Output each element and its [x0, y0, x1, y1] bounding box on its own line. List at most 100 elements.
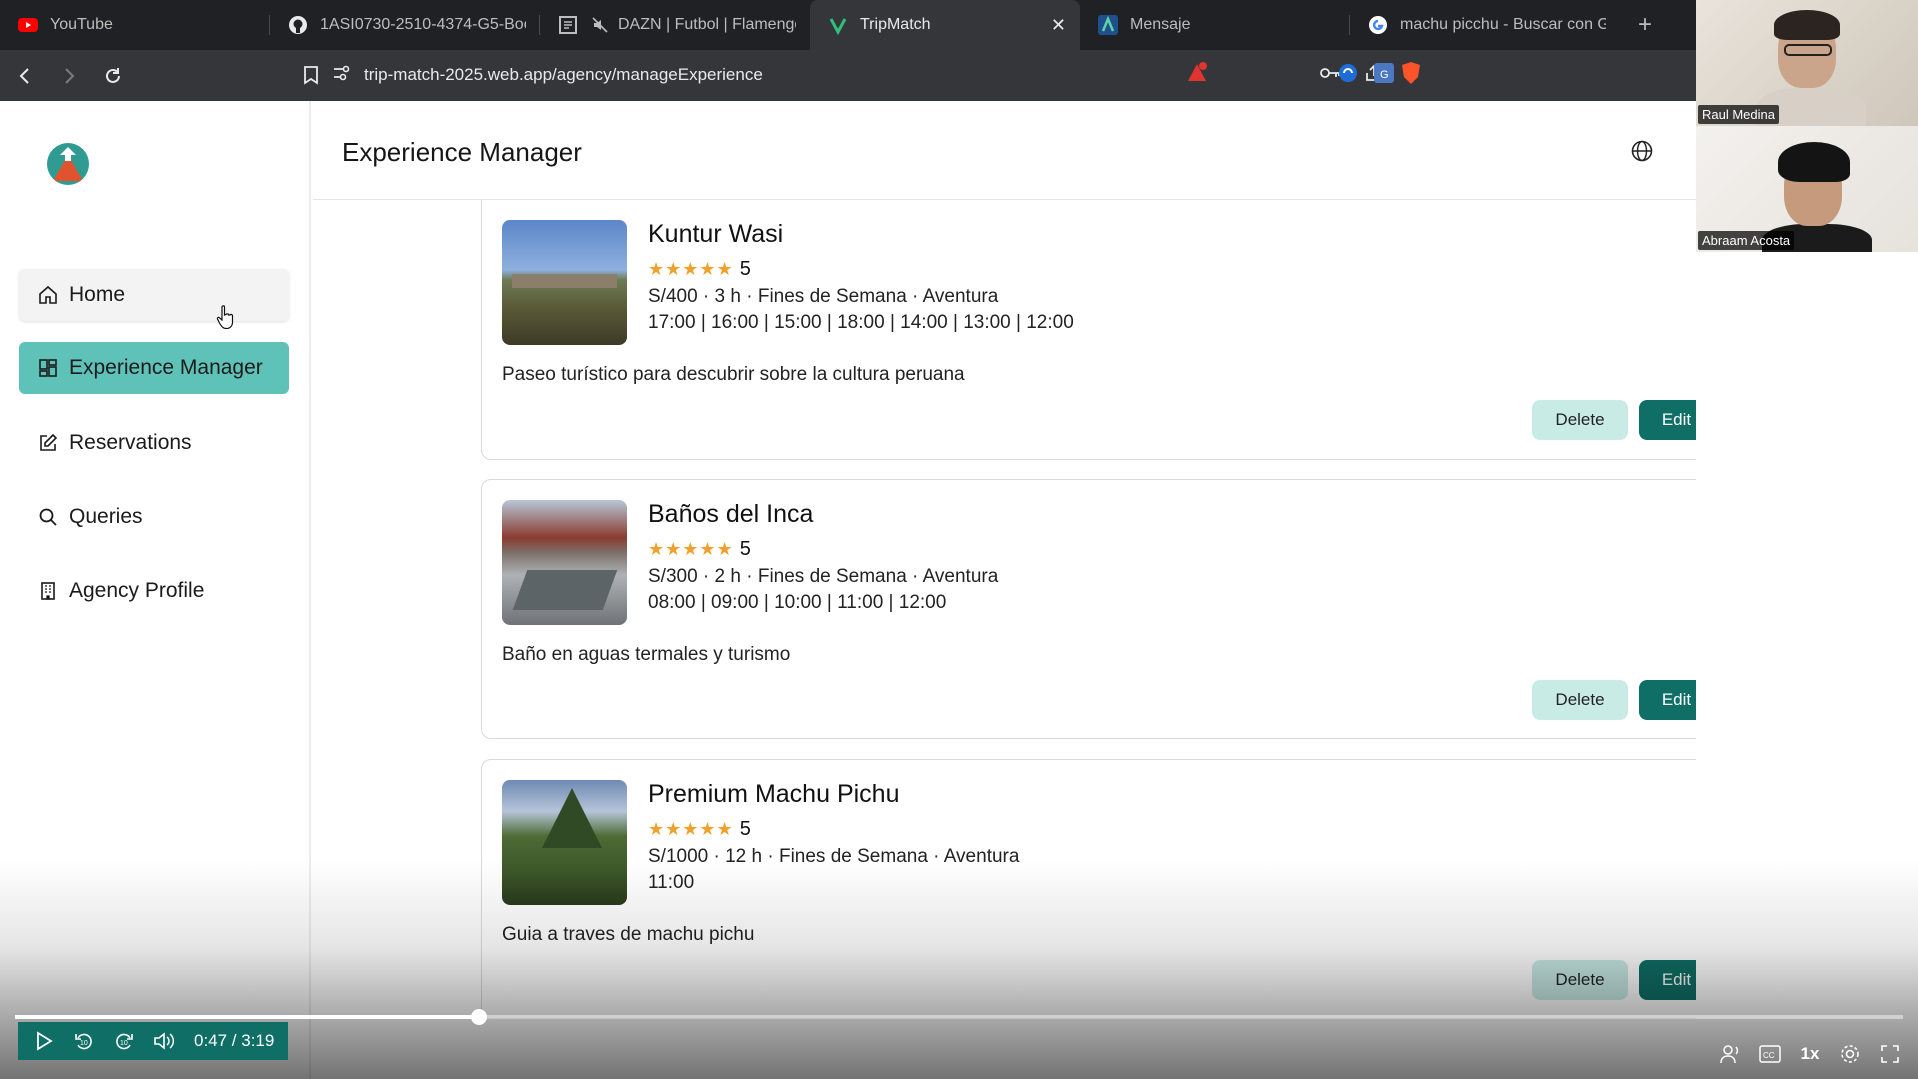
sidebar-item-label: Experience Manager	[69, 356, 263, 379]
browser-tab-dazn[interactable]: DAZN | Futbol | Flamengo	[540, 0, 810, 50]
edit-icon	[37, 432, 59, 454]
site-settings-icon[interactable]	[332, 64, 350, 87]
svg-text:10: 10	[120, 1040, 128, 1047]
dashboard-icon	[37, 357, 59, 379]
play-icon[interactable]	[24, 1023, 64, 1059]
extensions-area: G	[1186, 56, 1410, 94]
rating-value: 5	[739, 818, 751, 840]
experience-list: Kuntur Wasi ★★★★★ 5 S/400 · 3 h · Fines …	[313, 200, 1696, 1079]
experience-description: Guia a traves de machu pichu	[502, 924, 755, 945]
browser-tab-tripmatch[interactable]: TripMatch ✕	[810, 0, 1080, 50]
participant-video-tile: Raul Medina	[1696, 0, 1918, 126]
browser-tab-youtube[interactable]: YouTube	[0, 0, 270, 50]
captions-icon[interactable]: CC	[1750, 1036, 1790, 1072]
experience-schedule: 08:00 | 09:00 | 10:00 | 11:00 | 12:00	[648, 592, 947, 613]
rewind-10-icon[interactable]: 10	[64, 1023, 104, 1059]
playback-time: 0:47 / 3:19	[194, 1031, 275, 1050]
delete-button[interactable]: Delete	[1532, 400, 1628, 440]
browser-tab-bar: YouTube 1ASI0730-2510-4374-G5-Boom DAZN …	[0, 0, 1696, 50]
player-right-controls: CC 1x	[1710, 1036, 1910, 1072]
browser-tab-google[interactable]: machu picchu - Buscar con Go	[1350, 0, 1620, 50]
experience-rating: ★★★★★ 5	[648, 258, 751, 281]
rating-value: 5	[739, 258, 751, 280]
star-rating-icon: ★★★★★	[648, 259, 734, 279]
experience-image	[502, 780, 627, 905]
dazn-icon	[558, 15, 578, 35]
experience-schedule: 17:00 | 16:00 | 15:00 | 18:00 | 14:00 | …	[648, 312, 1074, 333]
voice-icon[interactable]	[1710, 1036, 1750, 1072]
tab-title: 1ASI0730-2510-4374-G5-Boom	[320, 16, 526, 33]
participant-name: Raul Medina	[1698, 105, 1779, 124]
experience-rating: ★★★★★ 5	[648, 818, 751, 841]
experience-image	[502, 220, 627, 345]
tab-title: YouTube	[50, 16, 113, 33]
url-text: trip-match-2025.web.app/agency/manageExp…	[364, 65, 763, 84]
svg-text:CC: CC	[1763, 1051, 1775, 1060]
tab-title: machu picchu - Buscar con Go	[1400, 16, 1606, 33]
sidebar-item-home[interactable]: Home	[19, 269, 289, 321]
logo-arrow-icon	[60, 147, 76, 161]
edit-button[interactable]: Edit	[1639, 400, 1696, 440]
svg-text:G: G	[1380, 69, 1389, 81]
new-tab-icon[interactable]: +	[1620, 11, 1670, 39]
browser-tab-github[interactable]: 1ASI0730-2510-4374-G5-Boom	[270, 0, 540, 50]
experience-title: Premium Machu Pichu	[648, 780, 900, 808]
tripmatch-icon	[828, 15, 848, 35]
rating-value: 5	[739, 538, 751, 560]
edit-button[interactable]: Edit	[1639, 680, 1696, 720]
forward-icon[interactable]	[50, 57, 88, 95]
delete-button[interactable]: Delete	[1532, 960, 1628, 1000]
fullscreen-icon[interactable]	[1870, 1036, 1910, 1072]
volume-icon[interactable]	[144, 1023, 184, 1059]
seek-handle[interactable]	[470, 1009, 487, 1025]
experience-title: Kuntur Wasi	[648, 220, 784, 248]
experience-rating: ★★★★★ 5	[648, 538, 751, 561]
close-tab-icon[interactable]: ✕	[1051, 15, 1066, 36]
app-logo[interactable]	[47, 143, 89, 185]
experience-card: Kuntur Wasi ★★★★★ 5 S/400 · 3 h · Fines …	[481, 200, 1696, 460]
translate-icon[interactable]: G	[1374, 62, 1394, 88]
google-icon	[1368, 15, 1388, 35]
sidebar-item-label: Queries	[69, 505, 143, 528]
tab-title: TripMatch	[860, 16, 931, 33]
page-header: Experience Manager	[313, 101, 1696, 200]
experience-card: Baños del Inca ★★★★★ 5 S/300 · 2 h · Fin…	[481, 479, 1696, 739]
bookmark-icon[interactable]	[292, 56, 330, 94]
participant-name: Abraam Acosta	[1698, 231, 1795, 250]
sidebar: Home Experience Manager Reservations Que…	[0, 101, 311, 1079]
forward-10-icon[interactable]: 10	[104, 1023, 144, 1059]
player-controls: 10 10 0:47 / 3:19	[18, 1022, 288, 1060]
experience-card: Premium Machu Pichu ★★★★★ 5 S/1000 · 12 …	[481, 759, 1696, 1019]
experience-description: Paseo turístico para descubrir sobre la …	[502, 364, 965, 385]
seek-bar[interactable]	[15, 1009, 1903, 1025]
star-rating-icon: ★★★★★	[648, 819, 734, 839]
back-icon[interactable]	[6, 57, 44, 95]
sidebar-item-label: Home	[69, 283, 126, 306]
experience-title: Baños del Inca	[648, 500, 814, 528]
brave-rewards-icon[interactable]	[1186, 61, 1208, 89]
delete-button[interactable]: Delete	[1532, 680, 1628, 720]
reload-icon[interactable]	[94, 57, 132, 95]
experience-meta: S/400 · 3 h · Fines de Semana · Aventura	[648, 286, 999, 307]
extension-icon[interactable]	[1338, 63, 1358, 88]
star-rating-icon: ★★★★★	[648, 539, 734, 559]
settings-icon[interactable]	[1830, 1036, 1870, 1072]
participant-video-tile: Abraam Acosta	[1696, 126, 1918, 252]
seek-bar-played	[15, 1015, 479, 1019]
sidebar-item-agency-profile[interactable]: Agency Profile	[19, 565, 289, 617]
sidebar-item-reservations[interactable]: Reservations	[19, 417, 289, 469]
playback-speed[interactable]: 1x	[1790, 1036, 1830, 1072]
svg-text:10: 10	[80, 1040, 88, 1047]
browser-tab-mensaje[interactable]: Mensaje	[1080, 0, 1350, 50]
mute-icon[interactable]	[590, 15, 610, 35]
experience-schedule: 11:00	[648, 872, 695, 893]
building-icon	[37, 580, 59, 602]
edit-button[interactable]: Edit	[1639, 960, 1696, 1000]
sidebar-item-experience-manager[interactable]: Experience Manager	[19, 342, 289, 394]
tab-title: Mensaje	[1130, 16, 1191, 33]
home-icon	[37, 284, 59, 306]
tab-title: DAZN | Futbol | Flamengo	[618, 16, 796, 33]
sidebar-item-queries[interactable]: Queries	[19, 491, 289, 543]
browser-toolbar: trip-match-2025.web.app/agency/manageExp…	[0, 50, 1696, 101]
globe-icon[interactable]	[1630, 139, 1654, 163]
